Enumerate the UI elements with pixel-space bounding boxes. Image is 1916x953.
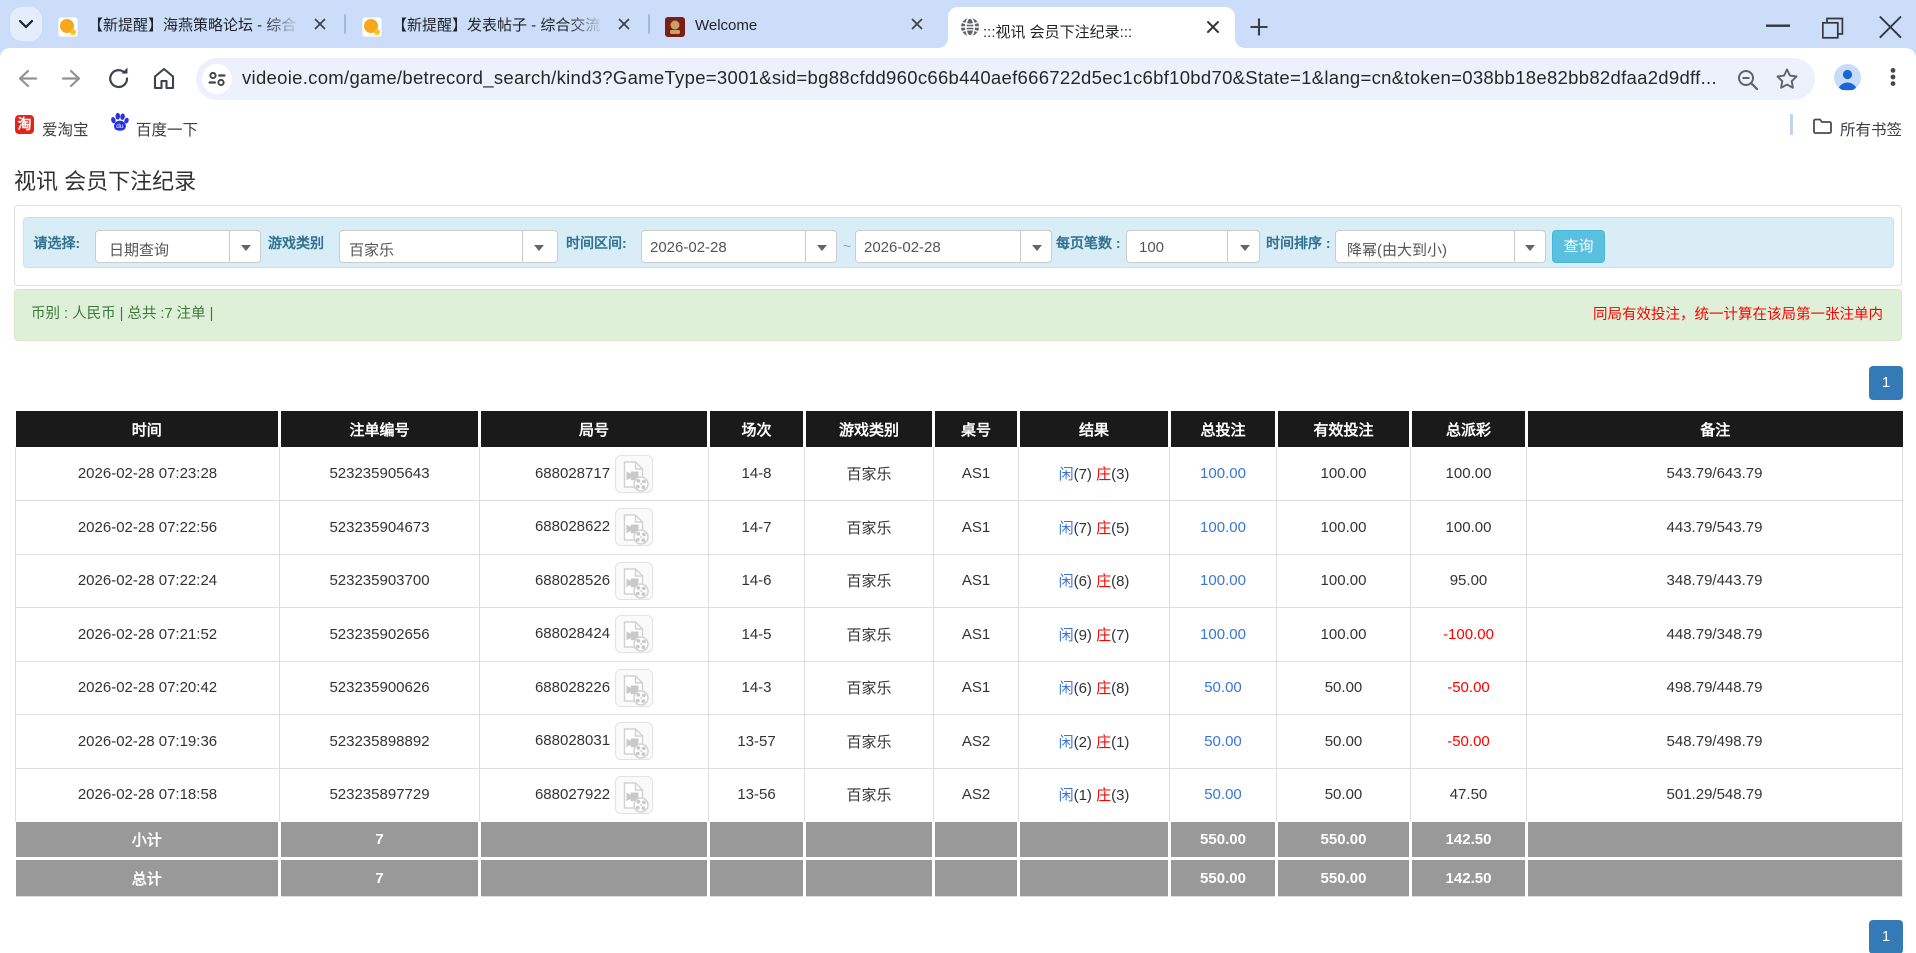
- svg-text:du: du: [116, 123, 124, 130]
